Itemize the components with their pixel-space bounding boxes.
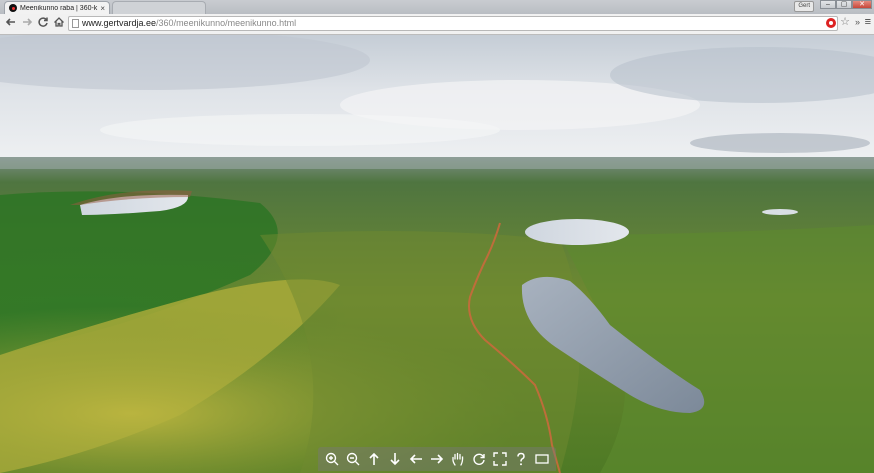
tab-title: Meenikunno raba | 360-k [20,4,98,12]
hide-controls-icon [534,454,549,464]
arrow-left-icon [5,18,15,26]
star-icon[interactable]: ☆ [840,15,850,28]
browser-toolbar: www.gertvardja.ee/360/meenikunno/meeniku… [0,14,874,35]
pan-up-button[interactable] [366,451,382,467]
arrow-down-icon [390,453,400,466]
zoom-out-button[interactable] [345,451,361,467]
help-icon [516,452,525,466]
zoom-out-icon [347,452,360,466]
tab-active[interactable]: Meenikunno raba | 360-k × [4,1,110,14]
page-icon [72,19,79,28]
drag-mode-button[interactable] [450,451,466,467]
window-close-button[interactable]: ✕ [852,0,872,9]
arrow-right-icon [23,18,33,26]
title-bar: Meenikunno raba | 360-k × Gert – ▢ ✕ [0,0,874,14]
site-favicon-icon [9,4,17,12]
fullscreen-icon [493,452,507,466]
back-button[interactable] [4,16,18,30]
tab-inactive[interactable] [112,1,206,14]
zoom-in-button[interactable] [324,451,340,467]
maximize-button[interactable]: ▢ [836,0,852,9]
reload-icon [38,17,48,27]
arrow-left-icon [409,454,423,464]
forward-button[interactable] [20,16,34,30]
home-icon [54,17,64,27]
panorama-controls [318,447,556,471]
fullscreen-button[interactable] [492,451,508,467]
hide-controls-button[interactable] [534,451,550,467]
hand-icon [452,452,464,466]
minimize-button[interactable]: – [820,0,836,9]
arrow-up-icon [369,452,379,465]
home-button[interactable] [52,16,66,30]
autorotate-button[interactable] [471,451,487,467]
reload-button[interactable] [36,16,50,30]
extension-icon[interactable] [826,18,836,28]
hamburger-icon[interactable]: ≡ [865,16,871,28]
autorotate-icon [473,453,485,465]
pan-left-button[interactable] [408,451,424,467]
panorama-viewport[interactable] [0,35,874,473]
help-button[interactable] [513,451,529,467]
zoom-in-icon [326,452,339,466]
url-path: /360/meenikunno/meenikunno.html [156,18,297,28]
address-bar[interactable]: www.gertvardja.ee/360/meenikunno/meeniku… [68,16,838,31]
arrow-right-icon [430,454,444,464]
chevron-right-double-icon[interactable]: » [855,17,860,27]
pan-right-button[interactable] [429,451,445,467]
panorama-image [0,35,874,473]
url-host: www.gertvardja.ee [82,18,157,28]
pan-down-button[interactable] [387,451,403,467]
tab-close-icon[interactable]: × [100,4,105,13]
user-profile-badge[interactable]: Gert [794,1,814,12]
